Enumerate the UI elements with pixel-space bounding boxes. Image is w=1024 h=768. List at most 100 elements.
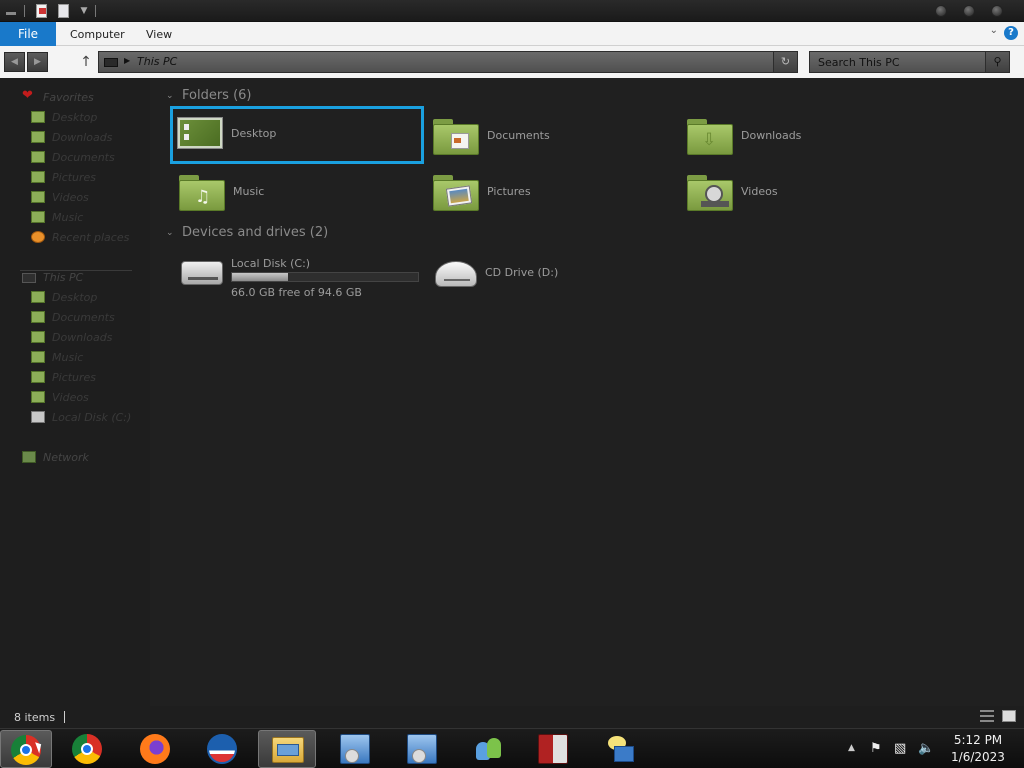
folder-tile-downloads[interactable]: ⇩ Downloads xyxy=(681,109,935,167)
folder-label: Videos xyxy=(741,185,778,198)
sidebar-label: Documents xyxy=(52,151,115,164)
taskbar-app[interactable] xyxy=(193,730,251,768)
minimize-button[interactable] xyxy=(935,5,947,17)
taskbar-chrome-pinned[interactable] xyxy=(0,730,52,768)
taskbar-remote-desktop[interactable] xyxy=(592,730,650,768)
tab-view[interactable]: View xyxy=(146,22,172,46)
new-folder-icon[interactable] xyxy=(56,3,72,19)
devices-group-header[interactable]: ⌄ Devices and drives (2) xyxy=(166,225,416,241)
chevron-down-icon[interactable]: ⌄ xyxy=(990,25,998,36)
pictures-folder-icon xyxy=(433,175,479,211)
properties-icon[interactable] xyxy=(34,3,50,19)
drive-label: Local Disk (C:) xyxy=(231,257,311,270)
back-button[interactable]: ◀ xyxy=(4,52,25,72)
desktop-folder-icon xyxy=(177,117,223,153)
taskbar-chrome[interactable] xyxy=(58,730,116,768)
maximize-button[interactable] xyxy=(963,5,975,17)
drive-tile-local-disk[interactable]: Local Disk (C:) 66.0 GB free of 94.6 GB xyxy=(171,249,425,299)
address-bar[interactable]: ▶ This PC ↻ xyxy=(98,51,798,73)
folder-tile-music[interactable]: ♫ Music xyxy=(173,165,427,223)
navigation-bar: ◀ ▶ ↑ ▶ This PC ↻ ⚲ xyxy=(0,46,1024,78)
videos-folder-icon xyxy=(31,191,45,203)
taskbar-winrar[interactable] xyxy=(524,730,582,768)
large-icons-view-icon[interactable] xyxy=(1002,710,1016,722)
sidebar-label: Desktop xyxy=(52,111,98,124)
sidebar-label: Music xyxy=(52,211,84,224)
taskbar-firefox[interactable] xyxy=(126,730,184,768)
drive-tile-cd-drive[interactable]: CD Drive (D:) xyxy=(425,249,679,299)
title-bar: ▼ xyxy=(0,0,1024,22)
tab-file[interactable]: File xyxy=(0,22,56,46)
folder-tile-videos[interactable]: Videos xyxy=(681,165,935,223)
folder-label: Desktop xyxy=(231,127,277,140)
show-hidden-icons-button[interactable]: ▲ xyxy=(848,743,855,753)
network-disconnected-icon[interactable]: ▧ xyxy=(894,741,906,756)
chevron-down-icon[interactable]: ⌄ xyxy=(166,91,174,101)
forward-button[interactable]: ▶ xyxy=(27,52,48,72)
chrome-icon xyxy=(11,735,41,765)
action-center-flag-icon[interactable]: ⚑ xyxy=(870,741,882,756)
search-box: ⚲ xyxy=(809,51,1010,73)
chrome-icon xyxy=(72,734,102,764)
documents-folder-icon xyxy=(433,119,479,155)
refresh-button[interactable]: ↻ xyxy=(773,52,797,72)
taskbar: ▲ ⚑ ▧ 🔈 5:12 PM 1/6/2023 xyxy=(0,728,1024,768)
file-explorer-window: ▼ File Computer View ⌄ ? ◀ ▶ ↑ ▶ This PC… xyxy=(0,0,1024,768)
music-folder-icon xyxy=(31,351,45,363)
taskbar-installer[interactable] xyxy=(393,730,451,768)
question-icon[interactable]: ? xyxy=(1004,26,1018,40)
status-bar: 8 items xyxy=(0,706,1024,728)
drive-free-space: 66.0 GB free of 94.6 GB xyxy=(231,286,362,299)
taskbar-messenger[interactable] xyxy=(460,730,518,768)
folders-group-header[interactable]: ⌄ Folders (6) xyxy=(166,88,366,104)
sidebar-label: Videos xyxy=(52,391,89,404)
clock-time[interactable]: 5:12 PM xyxy=(950,733,1006,747)
taskbar-file-explorer[interactable] xyxy=(258,730,316,768)
cd-drive-icon xyxy=(435,261,477,287)
videos-folder-icon xyxy=(31,391,45,403)
details-view-icon[interactable] xyxy=(980,710,994,722)
videos-folder-icon xyxy=(687,175,733,211)
quick-access-separator xyxy=(24,5,25,17)
chevron-down-icon[interactable]: ⌄ xyxy=(166,228,174,238)
installer-icon xyxy=(407,734,437,764)
up-button[interactable]: ↑ xyxy=(79,52,93,72)
hard-drive-icon xyxy=(181,261,223,285)
sidebar-label: Pictures xyxy=(52,171,97,184)
search-icon[interactable]: ⚲ xyxy=(985,52,1009,72)
folder-tile-documents[interactable]: Documents xyxy=(427,109,681,167)
clock-date[interactable]: 1/6/2023 xyxy=(946,750,1010,764)
downloads-folder-icon xyxy=(31,131,45,143)
sidebar-label: Favorites xyxy=(43,91,94,104)
divider xyxy=(64,711,65,723)
group-label: Devices and drives (2) xyxy=(182,225,329,240)
drive-label: CD Drive (D:) xyxy=(485,266,559,279)
volume-icon[interactable]: 🔈 xyxy=(918,741,934,756)
file-explorer-icon xyxy=(272,737,304,763)
breadcrumb-arrow-icon[interactable]: ▶ xyxy=(124,56,130,65)
folder-label: Downloads xyxy=(741,129,802,142)
ribbon: File Computer View ⌄ ? xyxy=(0,22,1024,46)
sidebar-label: Music xyxy=(52,351,84,364)
item-count: 8 items xyxy=(14,711,56,724)
breadcrumb-this-pc[interactable]: This PC xyxy=(137,55,177,68)
customize-quick-access-icon[interactable]: ▼ xyxy=(76,3,92,19)
winrar-icon xyxy=(538,734,568,764)
taskbar-installer[interactable] xyxy=(326,730,384,768)
folder-tile-desktop[interactable]: Desktop xyxy=(170,106,424,164)
content-pane: ⌄ Folders (6) Desktop Documents ⇩ Downlo… xyxy=(150,78,1024,706)
window-menu-icon[interactable] xyxy=(4,3,20,19)
group-label: Folders (6) xyxy=(182,88,252,103)
sidebar-label: Downloads xyxy=(52,131,113,144)
sidebar-label: Network xyxy=(43,451,89,464)
pictures-folder-icon xyxy=(31,371,45,383)
desktop-icon xyxy=(31,111,45,123)
tab-computer[interactable]: Computer xyxy=(70,22,125,46)
close-button[interactable] xyxy=(991,5,1003,17)
folder-tile-pictures[interactable]: Pictures xyxy=(427,165,681,223)
search-input[interactable] xyxy=(810,52,986,72)
navigation-pane: ❤ Favorites Desktop Downloads Documents … xyxy=(0,78,150,706)
pictures-folder-icon xyxy=(31,171,45,183)
folder-label: Documents xyxy=(487,129,550,142)
downloads-folder-icon: ⇩ xyxy=(687,119,733,155)
